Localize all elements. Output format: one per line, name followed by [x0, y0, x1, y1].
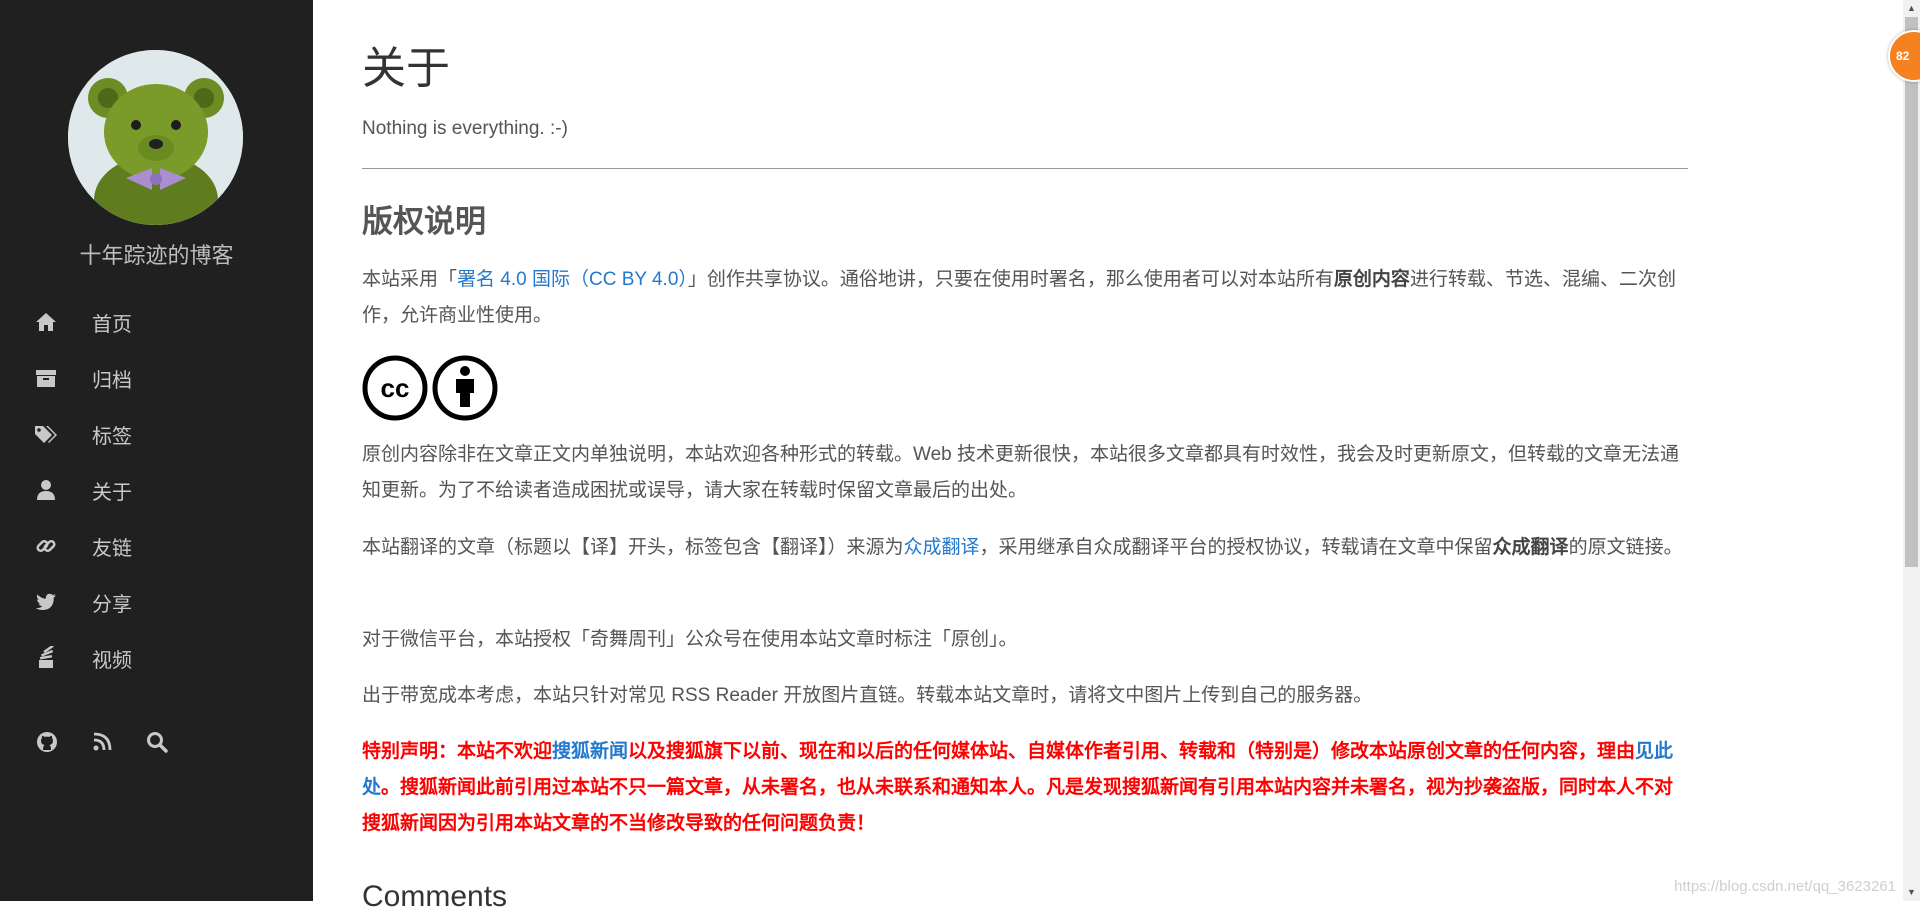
by-attribution-icon[interactable]: [432, 355, 498, 421]
text: 本站采用「: [362, 269, 458, 290]
user-icon: [34, 478, 58, 502]
reprint-paragraph: 原创内容除非在文章正文内单独说明，本站欢迎各种形式的转载。Web 技术更新很快，…: [362, 444, 1680, 501]
text: 本站翻译的文章（标题以【译】开头，标签包含【翻译】）来源为: [362, 537, 904, 558]
cc-icon[interactable]: cc: [362, 355, 428, 421]
divider: [362, 168, 1688, 169]
section-title: 版权说明: [362, 204, 486, 239]
blog-title[interactable]: 十年踪迹的博客: [0, 238, 313, 270]
github-icon[interactable]: [33, 728, 61, 756]
nav-label: 归档: [92, 369, 132, 392]
translation-link[interactable]: 众成翻译: [904, 537, 980, 558]
warning-paragraph: 特别声明：本站不欢迎搜狐新闻以及搜狐旗下以前、现在和以后的任何媒体站、自媒体作者…: [362, 734, 1688, 842]
floating-badge[interactable]: 82: [1888, 30, 1920, 82]
wechat-paragraph: 对于微信平台，本站授权「奇舞周刊」公众号在使用本站文章时标注「原创」。: [362, 629, 1018, 650]
nav-item-archive[interactable]: 归档: [0, 358, 313, 398]
archive-icon: [34, 366, 58, 390]
avatar-image: [68, 50, 243, 225]
nav-label: 标签: [92, 425, 132, 448]
search-icon[interactable]: [143, 728, 171, 756]
scroll-thumb[interactable]: [1905, 17, 1918, 567]
avatar[interactable]: [68, 50, 243, 225]
translation-paragraph: 本站翻译的文章（标题以【译】开头，标签包含【翻译】）来源为众成翻译，采用继承自众…: [362, 530, 1688, 566]
nav-label: 分享: [92, 593, 132, 616]
license-link[interactable]: 署名 4.0 国际（CC BY 4.0）: [457, 269, 688, 290]
nav-item-share[interactable]: 分享: [0, 582, 313, 622]
bold-text: 原创内容: [1333, 269, 1410, 290]
stack-icon: [34, 646, 58, 670]
twitter-icon: [34, 590, 58, 614]
nav-label: 首页: [92, 313, 132, 336]
svg-text:cc: cc: [381, 373, 410, 403]
nav-item-about[interactable]: 关于: [0, 470, 313, 510]
rss-icon[interactable]: [88, 728, 116, 756]
scroll-up-arrow[interactable]: ▲: [1903, 0, 1920, 17]
text: 」创作共享协议。通俗地讲，只要在使用时署名，那么使用者可以对本站所有: [687, 269, 1334, 290]
license-paragraph: 本站采用「署名 4.0 国际（CC BY 4.0）」创作共享协议。通俗地讲，只要…: [362, 262, 1688, 334]
watermark: https://blog.csdn.net/qq_3623261: [1674, 878, 1896, 895]
scroll-down-arrow[interactable]: ▼: [1903, 884, 1920, 901]
nav-item-home[interactable]: 首页: [0, 302, 313, 342]
sohu-link[interactable]: 搜狐新闻: [552, 741, 628, 762]
nav-label: 友链: [92, 537, 132, 560]
link-icon: [34, 534, 58, 558]
text: 。搜狐新闻此前引用过本站不只一篇文章，从未署名，也从未联系和通知本人。凡是发现搜…: [362, 777, 1674, 834]
page-subtitle: Nothing is everything. :-): [362, 118, 568, 139]
text: ，采用继承自众成翻译平台的授权协议，转载请在文章中保留: [979, 537, 1493, 558]
main-content: 关于 Nothing is everything. :-) 版权说明 本站采用「…: [362, 0, 1688, 913]
social-links: [0, 728, 313, 760]
tags-icon: [34, 422, 58, 446]
page-title: 关于: [362, 44, 450, 93]
nav-item-video[interactable]: 视频: [0, 638, 313, 678]
text: 的原文链接。: [1568, 537, 1683, 558]
sidebar: 十年踪迹的博客 首页 归档 标签 关于 友链 分享 视频: [0, 0, 313, 901]
nav-label: 关于: [92, 481, 132, 504]
scrollbar[interactable]: ▲ ▼ 82: [1888, 0, 1920, 901]
nav-item-links[interactable]: 友链: [0, 526, 313, 566]
home-icon: [34, 310, 58, 334]
nav-label: 视频: [92, 649, 132, 672]
comments-heading: Comments: [362, 880, 508, 913]
text: 以及搜狐旗下以前、现在和以后的任何媒体站、自媒体作者引用、转载和（特别是）修改本…: [628, 741, 1636, 762]
bold-text: 众成翻译: [1492, 537, 1569, 558]
text: 特别声明：本站不欢迎: [362, 741, 553, 762]
cc-badges: cc: [362, 355, 498, 421]
nav-item-tags[interactable]: 标签: [0, 414, 313, 454]
rss-paragraph: 出于带宽成本考虑，本站只针对常见 RSS Reader 开放图片直链。转载本站文…: [362, 685, 1373, 706]
